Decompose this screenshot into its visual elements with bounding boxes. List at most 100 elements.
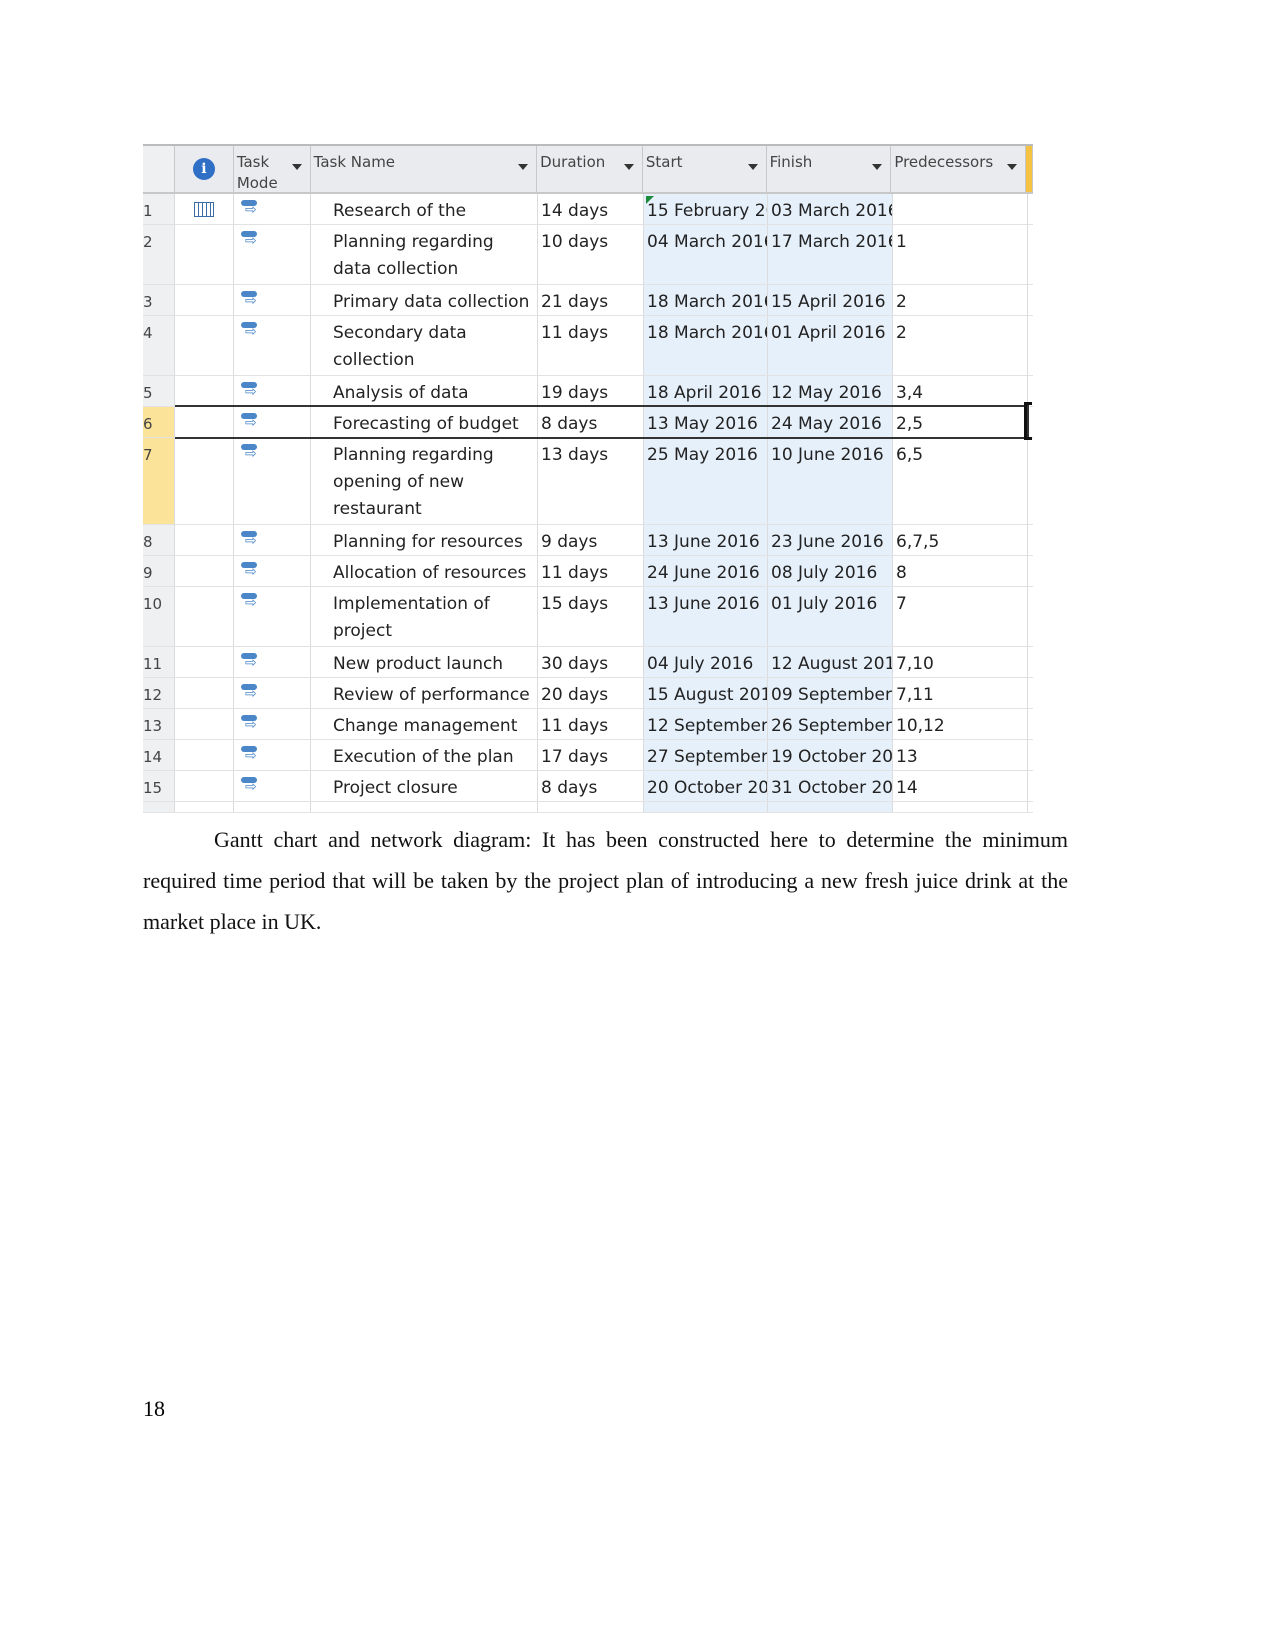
- predecessors-cell[interactable]: 7,10: [893, 647, 1028, 677]
- finish-cell[interactable]: 08 July 2016: [768, 556, 893, 586]
- duration-cell[interactable]: 8 days: [538, 407, 644, 437]
- indicator-cell[interactable]: [175, 194, 234, 224]
- indicator-cell[interactable]: [175, 316, 234, 375]
- header-row-number[interactable]: [143, 146, 175, 192]
- duration-cell[interactable]: 11 days: [538, 316, 644, 375]
- start-cell[interactable]: 18 March 2016: [644, 285, 768, 315]
- indicator-cell[interactable]: [175, 407, 234, 437]
- row-number-cell[interactable]: 1: [143, 194, 175, 224]
- task-name-cell[interactable]: Analysis of data: [311, 376, 538, 406]
- task-mode-cell[interactable]: [234, 709, 311, 739]
- finish-cell[interactable]: 12 May 2016: [768, 376, 893, 406]
- row-number-cell[interactable]: 13: [143, 709, 175, 739]
- header-task-name[interactable]: Task Name: [311, 146, 538, 192]
- indicator-cell[interactable]: [175, 285, 234, 315]
- task-mode-cell[interactable]: [234, 647, 311, 677]
- start-cell[interactable]: 18 March 2016: [644, 316, 768, 375]
- table-row[interactable]: 12 Review of performance20 days15 August …: [143, 678, 1033, 709]
- finish-cell[interactable]: 24 May 2016: [768, 407, 893, 437]
- row-number-cell[interactable]: 2: [143, 225, 175, 284]
- task-name-cell[interactable]: Project closure: [311, 771, 538, 801]
- indicator-cell[interactable]: [175, 438, 234, 524]
- predecessors-cell[interactable]: 2,5: [893, 407, 1028, 437]
- start-cell[interactable]: 13 June 2016: [644, 525, 768, 555]
- task-mode-cell[interactable]: [234, 771, 311, 801]
- finish-cell[interactable]: 15 April 2016: [768, 285, 893, 315]
- table-row[interactable]: 13 Change management11 days12 September26…: [143, 709, 1033, 740]
- header-task-mode[interactable]: Task Mode: [234, 146, 311, 192]
- duration-cell[interactable]: 8 days: [538, 771, 644, 801]
- indicator-cell[interactable]: [175, 678, 234, 708]
- start-cell[interactable]: 25 May 2016: [644, 438, 768, 524]
- dropdown-arrow-icon[interactable]: [518, 164, 529, 170]
- predecessors-cell[interactable]: 7,11: [893, 678, 1028, 708]
- table-row[interactable]: 14 Execution of the plan17 days27 Septemb…: [143, 740, 1033, 771]
- start-cell[interactable]: 12 September: [644, 709, 768, 739]
- finish-cell[interactable]: 23 June 2016: [768, 525, 893, 555]
- table-row[interactable]: 8 Planning for resources9 days13 June 201…: [143, 525, 1033, 556]
- task-name-cell[interactable]: Allocation of resources: [311, 556, 538, 586]
- finish-cell[interactable]: 09 September: [768, 678, 893, 708]
- start-cell[interactable]: 27 September: [644, 740, 768, 770]
- dropdown-arrow-icon[interactable]: [872, 164, 883, 170]
- predecessors-cell[interactable]: 10,12: [893, 709, 1028, 739]
- task-name-cell[interactable]: Planning regarding data collection: [311, 225, 538, 284]
- row-number-cell[interactable]: 11: [143, 647, 175, 677]
- predecessors-cell[interactable]: 6,7,5: [893, 525, 1028, 555]
- indicator-cell[interactable]: [175, 376, 234, 406]
- duration-cell[interactable]: 20 days: [538, 678, 644, 708]
- duration-cell[interactable]: 9 days: [538, 525, 644, 555]
- task-name-cell[interactable]: Planning for resources: [311, 525, 538, 555]
- start-cell[interactable]: 15 February 20: [644, 194, 768, 224]
- row-number-cell[interactable]: 10: [143, 587, 175, 646]
- table-row[interactable]: 7 Planning regarding opening of new resta…: [143, 438, 1033, 525]
- row-number-cell[interactable]: 15: [143, 771, 175, 801]
- duration-cell[interactable]: 30 days: [538, 647, 644, 677]
- table-row[interactable]: 2 Planning regarding data collection10 da…: [143, 225, 1033, 285]
- task-mode-cell[interactable]: [234, 556, 311, 586]
- task-mode-cell[interactable]: [234, 225, 311, 284]
- task-mode-cell[interactable]: [234, 678, 311, 708]
- dropdown-arrow-icon[interactable]: [1007, 164, 1017, 170]
- task-name-cell[interactable]: Secondary data collection: [311, 316, 538, 375]
- table-row[interactable]: 6Forecasting of budget8 days13 May 20162…: [143, 407, 1033, 438]
- header-predecessors[interactable]: Predecessors: [891, 146, 1026, 192]
- predecessors-cell[interactable]: 14: [893, 771, 1028, 801]
- predecessors-cell[interactable]: 1: [893, 225, 1028, 284]
- task-mode-cell[interactable]: [234, 438, 311, 524]
- task-mode-cell[interactable]: [234, 376, 311, 406]
- table-row[interactable]: 1 Research of the location14 days15 Febru…: [143, 194, 1033, 225]
- table-row[interactable]: 5 Analysis of data19 days18 April 201612 …: [143, 376, 1033, 407]
- row-number-cell[interactable]: 8: [143, 525, 175, 555]
- predecessors-cell[interactable]: [893, 194, 1028, 224]
- finish-cell[interactable]: 03 March 2016: [768, 194, 893, 224]
- row-number-cell[interactable]: 5: [143, 376, 175, 406]
- predecessors-cell[interactable]: 13: [893, 740, 1028, 770]
- row-number-cell[interactable]: 6: [143, 407, 175, 437]
- finish-cell[interactable]: 10 June 2016: [768, 438, 893, 524]
- duration-cell[interactable]: 10 days: [538, 225, 644, 284]
- indicator-cell[interactable]: [175, 647, 234, 677]
- header-indicators[interactable]: i: [175, 146, 234, 192]
- start-cell[interactable]: 04 July 2016: [644, 647, 768, 677]
- task-name-cell[interactable]: Review of performance: [311, 678, 538, 708]
- start-cell[interactable]: 20 October 201: [644, 771, 768, 801]
- duration-cell[interactable]: 11 days: [538, 709, 644, 739]
- dropdown-arrow-icon[interactable]: [623, 164, 634, 170]
- task-name-cell[interactable]: Primary data collection: [311, 285, 538, 315]
- task-name-cell[interactable]: Planning regarding opening of new restau…: [311, 438, 538, 524]
- indicator-cell[interactable]: [175, 771, 234, 801]
- task-mode-cell[interactable]: [234, 194, 311, 224]
- finish-cell[interactable]: 12 August 2016: [768, 647, 893, 677]
- task-name-cell[interactable]: Research of the location: [311, 194, 538, 224]
- task-name-cell[interactable]: Execution of the plan: [311, 740, 538, 770]
- row-number-cell[interactable]: 14: [143, 740, 175, 770]
- indicator-cell[interactable]: [175, 709, 234, 739]
- table-row[interactable]: 3 Primary data collection21 days18 March …: [143, 285, 1033, 316]
- header-start[interactable]: Start: [642, 146, 767, 192]
- finish-cell[interactable]: 31 October 201: [768, 771, 893, 801]
- table-row[interactable]: 15 Project closure8 days20 October 20131 …: [143, 771, 1033, 802]
- row-number-cell[interactable]: 9: [143, 556, 175, 586]
- task-mode-cell[interactable]: [234, 587, 311, 646]
- indicator-cell[interactable]: [175, 525, 234, 555]
